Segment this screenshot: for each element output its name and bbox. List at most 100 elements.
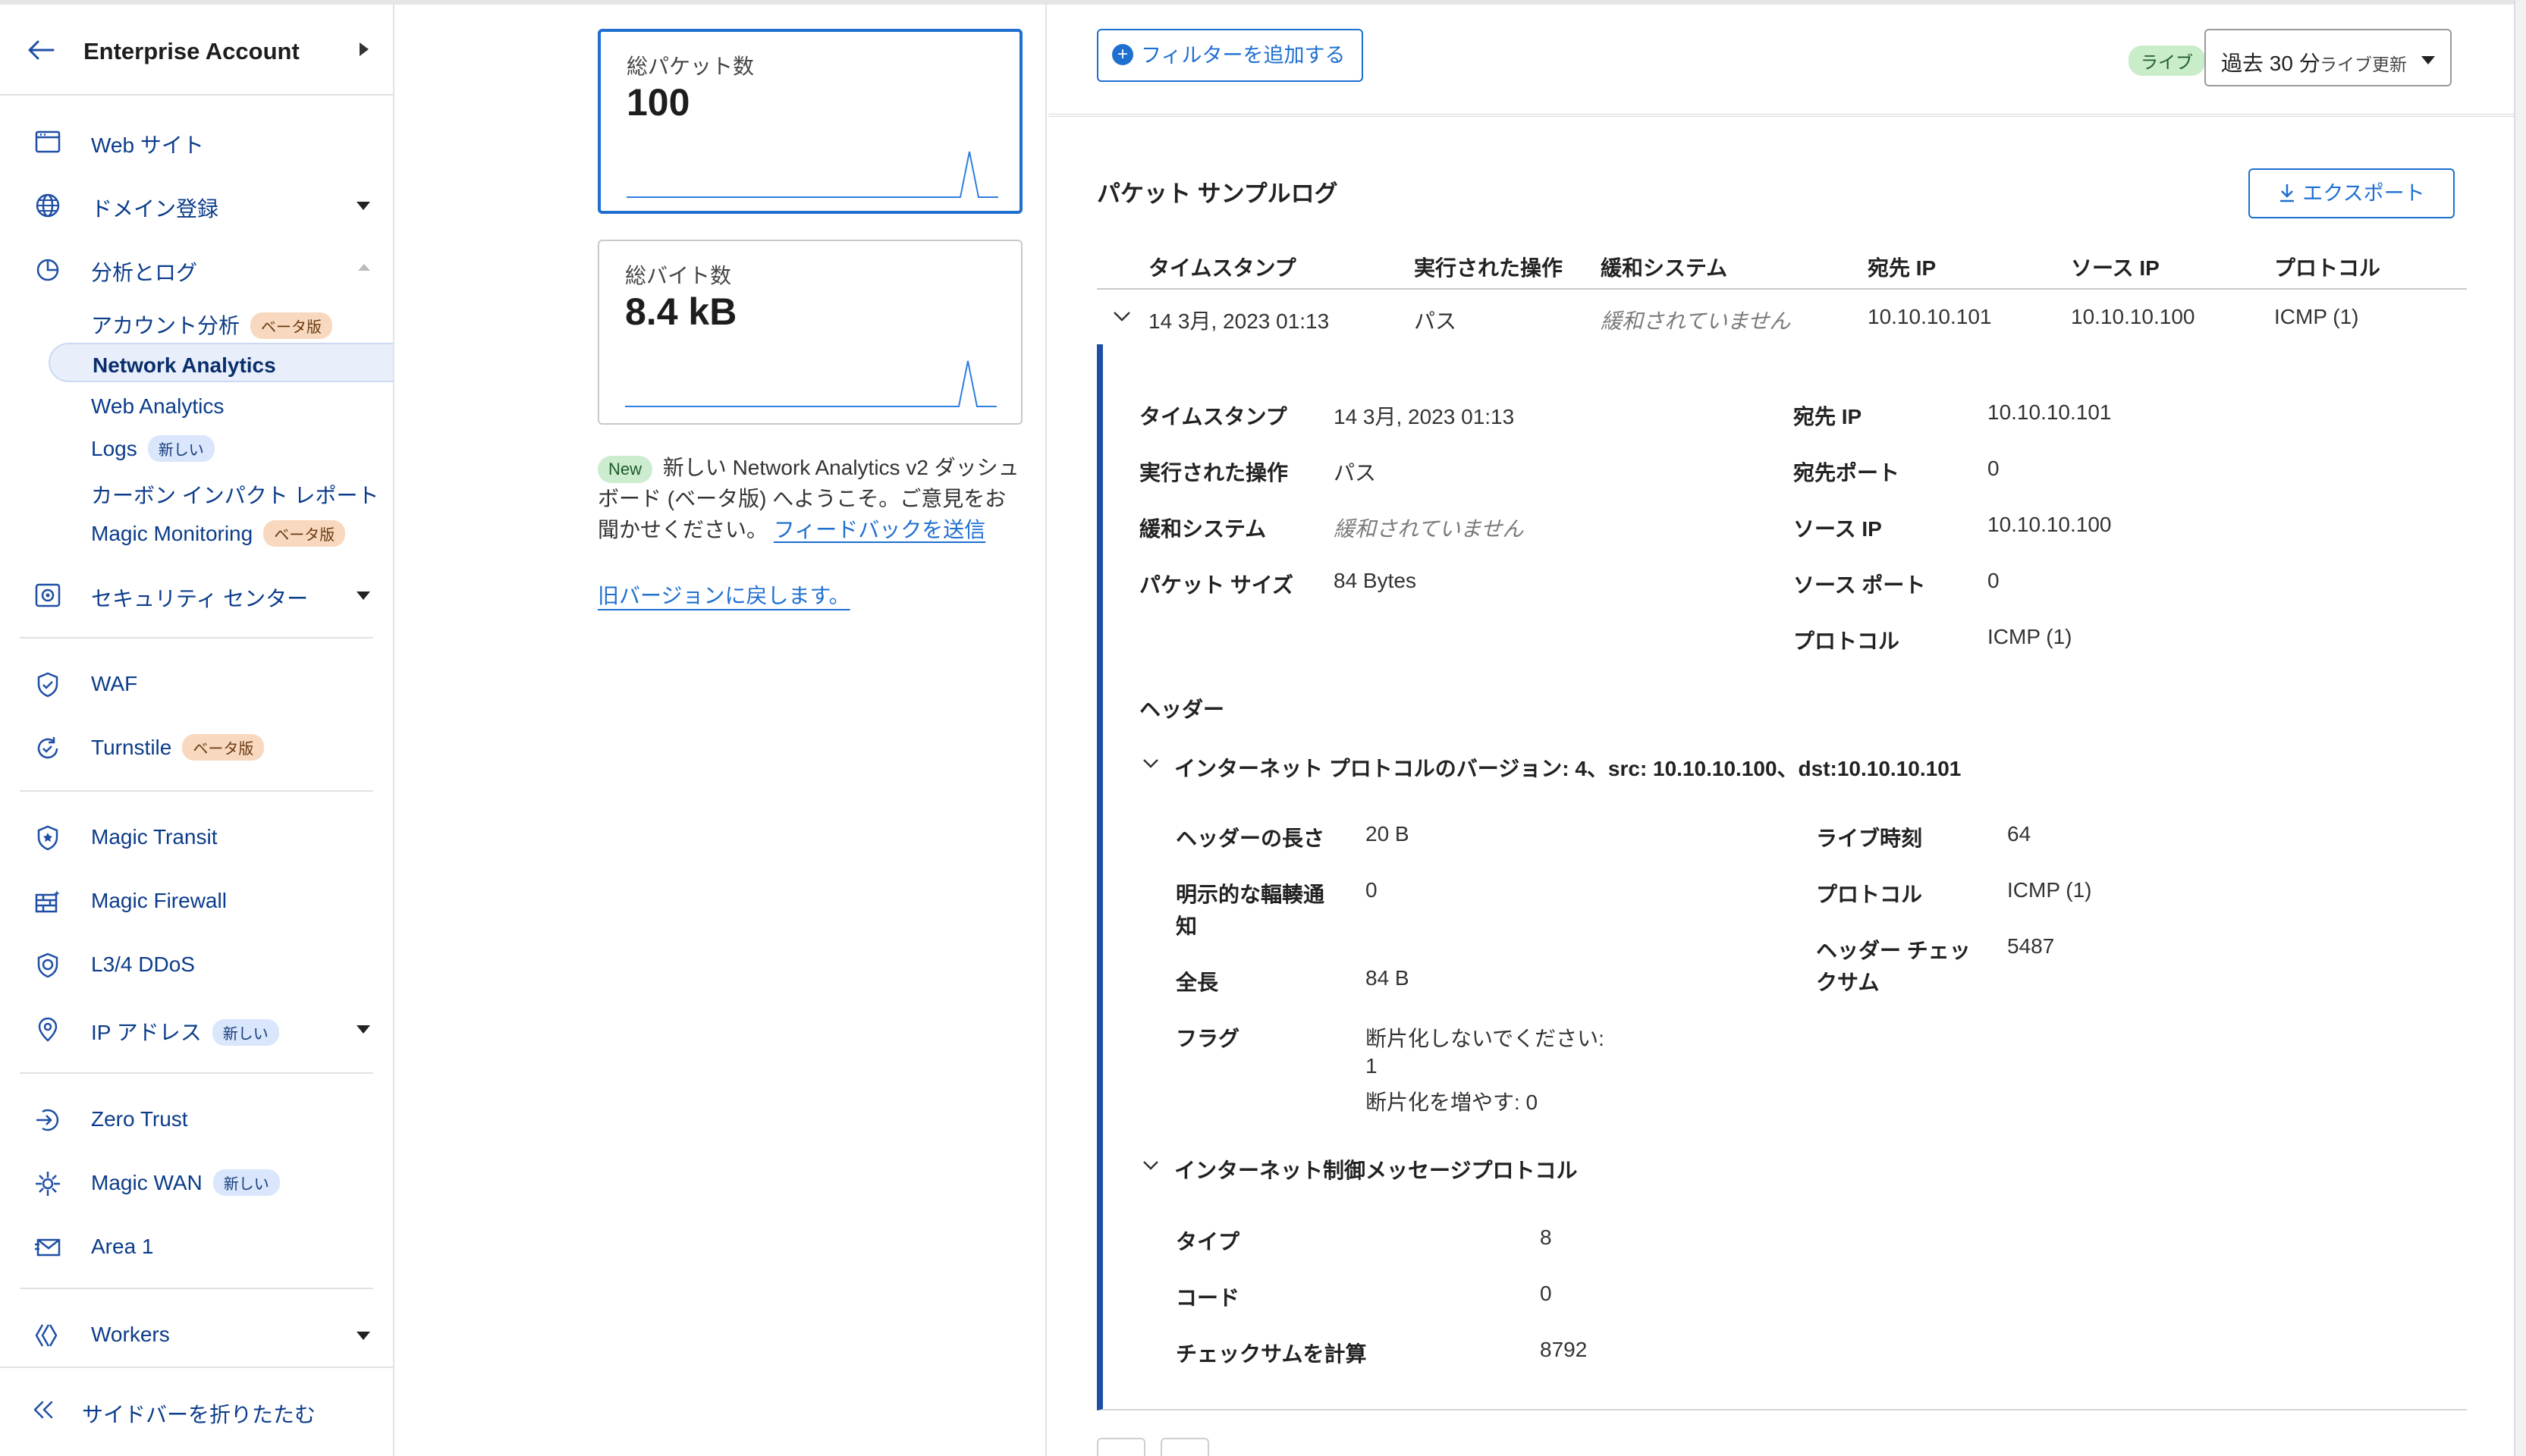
- firewall-icon: [35, 890, 60, 913]
- detail-label: チェックサムを計算: [1176, 1342, 1367, 1366]
- detail-label: 全長: [1176, 971, 1219, 994]
- ip-header-section-title[interactable]: インターネット プロトコルのバージョン: 4、src: 10.10.10.100…: [1174, 752, 1961, 783]
- detail-label: ソース IP: [1793, 517, 1882, 541]
- sidebar-item-workers[interactable]: Workers: [0, 1312, 393, 1357]
- sidebar-item-analytics-logs[interactable]: 分析とログ: [0, 246, 393, 291]
- detail-label: プロトコル: [1793, 629, 1900, 653]
- sidebar-item-turnstile[interactable]: Turnstile ベータ版: [0, 725, 393, 770]
- detail-label: 明示的な輻輳通: [1176, 883, 1325, 906]
- pagination-next-button[interactable]: [1161, 1438, 1209, 1456]
- new-badge: 新しい: [147, 435, 215, 463]
- chevron-down-icon[interactable]: [1141, 754, 1161, 774]
- column-header[interactable]: 宛先 IP: [1868, 252, 1936, 282]
- chevron-down-icon: [2421, 56, 2435, 64]
- chevron-down-icon[interactable]: [357, 1025, 370, 1034]
- detail-label: 実行された操作: [1139, 461, 1289, 485]
- sidebar-subitem-label: Network Analytics: [93, 353, 276, 377]
- sidebar-item-zero-trust[interactable]: Zero Trust: [0, 1097, 393, 1142]
- sidebar-item-security-center[interactable]: セキュリティ センター: [0, 572, 393, 617]
- sidebar-subitem-account-analytics[interactable]: アカウント分析 ベータ版: [49, 300, 393, 340]
- total-packets-card[interactable]: 総パケット数 100: [598, 29, 1023, 214]
- account-title[interactable]: Enterprise Account: [83, 38, 300, 65]
- column-header[interactable]: ソース IP: [2071, 252, 2160, 282]
- sidebar-item-websites[interactable]: Web サイト: [0, 118, 393, 164]
- sidebar-item-waf[interactable]: WAF: [0, 661, 393, 707]
- sidebar-item-label-wrap: IP アドレス 新しい: [91, 1016, 279, 1047]
- sidebar-item-label: Zero Trust: [91, 1107, 188, 1131]
- sidebar-subitem-label: アカウント分析: [91, 314, 240, 337]
- detail-label: コード: [1176, 1286, 1240, 1310]
- add-filter-button[interactable]: + フィルターを追加する: [1097, 29, 1364, 82]
- detail-label: タイプ: [1176, 1230, 1240, 1254]
- column-header[interactable]: 緩和システム: [1601, 252, 1727, 282]
- revert-old-version-link[interactable]: 旧バージョンに戻します。: [598, 579, 850, 610]
- chevron-down-icon[interactable]: [1111, 305, 1133, 328]
- column-header[interactable]: プロトコル: [2274, 252, 2380, 282]
- packet-log-panel: + フィルターを追加する ライブ 過去 30 分 ライブ更新 パケット サンプルロ…: [1048, 5, 2514, 1456]
- sidebar-item-label: L3/4 DDoS: [91, 952, 195, 976]
- sidebar-item-label-wrap: Turnstile ベータ版: [91, 734, 265, 762]
- chevron-down-icon[interactable]: [357, 592, 370, 600]
- detail-label: クサム: [1816, 971, 1880, 994]
- section-title: パケット サンプルログ: [1097, 180, 1338, 207]
- chevron-up-icon[interactable]: [358, 264, 370, 271]
- sidebar-item-domain-registration[interactable]: ドメイン登録: [0, 182, 393, 228]
- total-bytes-card[interactable]: 総バイト数 8.4 kB: [598, 240, 1023, 425]
- sidebar-subitem-logs[interactable]: Logs 新しい: [49, 428, 393, 467]
- detail-value: 断片化を増やす: 0: [1365, 1090, 1538, 1114]
- sidebar-header: Enterprise Account: [0, 5, 393, 96]
- chevron-down-icon[interactable]: [1141, 1156, 1161, 1175]
- detail-value: 10.10.10.100: [1987, 513, 2112, 536]
- collapse-sidebar-button[interactable]: サイドバーを折りたたむ: [0, 1367, 393, 1456]
- sidebar-item-area1[interactable]: Area 1: [0, 1224, 393, 1269]
- column-header[interactable]: タイムスタンプ: [1148, 252, 1296, 282]
- sidebar-item-magic-wan[interactable]: Magic WAN 新しい: [0, 1160, 393, 1206]
- sidebar-subitem-carbon-report[interactable]: カーボン インパクト レポート: [49, 470, 393, 510]
- icmp-section-title[interactable]: インターネット制御メッセージプロトコル: [1174, 1154, 1577, 1185]
- live-badge: ライブ: [2129, 46, 2205, 76]
- detail-label: 宛先ポート: [1793, 461, 1900, 485]
- chevron-down-icon[interactable]: [357, 1332, 370, 1340]
- sidebar-subitem-web-analytics[interactable]: Web Analytics: [49, 385, 393, 425]
- sidebar-item-label: セキュリティ センター: [91, 587, 309, 610]
- sidebar-item-label: Area 1: [91, 1235, 154, 1258]
- detail-value: 8: [1540, 1225, 1552, 1249]
- column-header[interactable]: 実行された操作: [1414, 252, 1563, 282]
- chevron-down-icon[interactable]: [357, 202, 370, 210]
- sidebar-item-magic-transit[interactable]: Magic Transit: [0, 814, 393, 860]
- beta-badge: ベータ版: [182, 734, 265, 761]
- detail-label: ヘッダーの長さ: [1176, 827, 1325, 850]
- sidebar-item-ip-addresses[interactable]: IP アドレス 新しい: [0, 1006, 393, 1051]
- sidebar-subitem-label: Logs: [91, 437, 137, 460]
- sidebar-item-l34-ddos[interactable]: L3/4 DDoS: [0, 942, 393, 987]
- sidebar-item-label: Turnstile: [91, 736, 172, 759]
- pie-chart-icon: [36, 259, 59, 281]
- send-feedback-link[interactable]: フィードバックを送信: [774, 518, 985, 541]
- table-header-divider: [1097, 288, 2467, 290]
- sidebar-item-label: WAF: [91, 672, 138, 695]
- sidebar-subitem-magic-monitoring[interactable]: Magic Monitoring ベータ版: [49, 513, 393, 552]
- sidebar-subitem-network-analytics[interactable]: Network Analytics: [49, 343, 393, 382]
- detail-label: パケット サイズ: [1139, 573, 1293, 597]
- detail-value: 0: [1365, 878, 1378, 902]
- sidebar-divider: [20, 790, 373, 792]
- detail-value: 20 B: [1365, 822, 1409, 846]
- ddos-shield-icon: [37, 952, 58, 978]
- back-arrow-icon[interactable]: [26, 35, 56, 65]
- summary-panel: 総パケット数 100 総バイト数 8.4 kB New 新しい Network …: [394, 5, 1047, 1456]
- sidebar-divider: [20, 637, 373, 639]
- security-center-icon: [35, 583, 61, 607]
- pagination-prev-button[interactable]: [1097, 1438, 1145, 1456]
- add-filter-label: フィルターを追加する: [1141, 44, 1346, 67]
- time-range-select[interactable]: 過去 30 分 ライブ更新: [2204, 29, 2452, 86]
- detail-value: 0: [1987, 457, 2000, 480]
- account-switch-arrow-icon[interactable]: [360, 42, 369, 56]
- sidebar-item-label: IP アドレス: [91, 1021, 202, 1044]
- window-right-edge: [2514, 0, 2526, 1456]
- sidebar-item-label: ドメイン登録: [91, 197, 219, 221]
- export-button[interactable]: エクスポート: [2248, 168, 2455, 218]
- detail-label: ソース ポート: [1793, 573, 1926, 597]
- sidebar-item-magic-firewall[interactable]: Magic Firewall: [0, 878, 393, 924]
- card-value: 100: [627, 81, 690, 124]
- detail-value: 1: [1365, 1054, 1378, 1078]
